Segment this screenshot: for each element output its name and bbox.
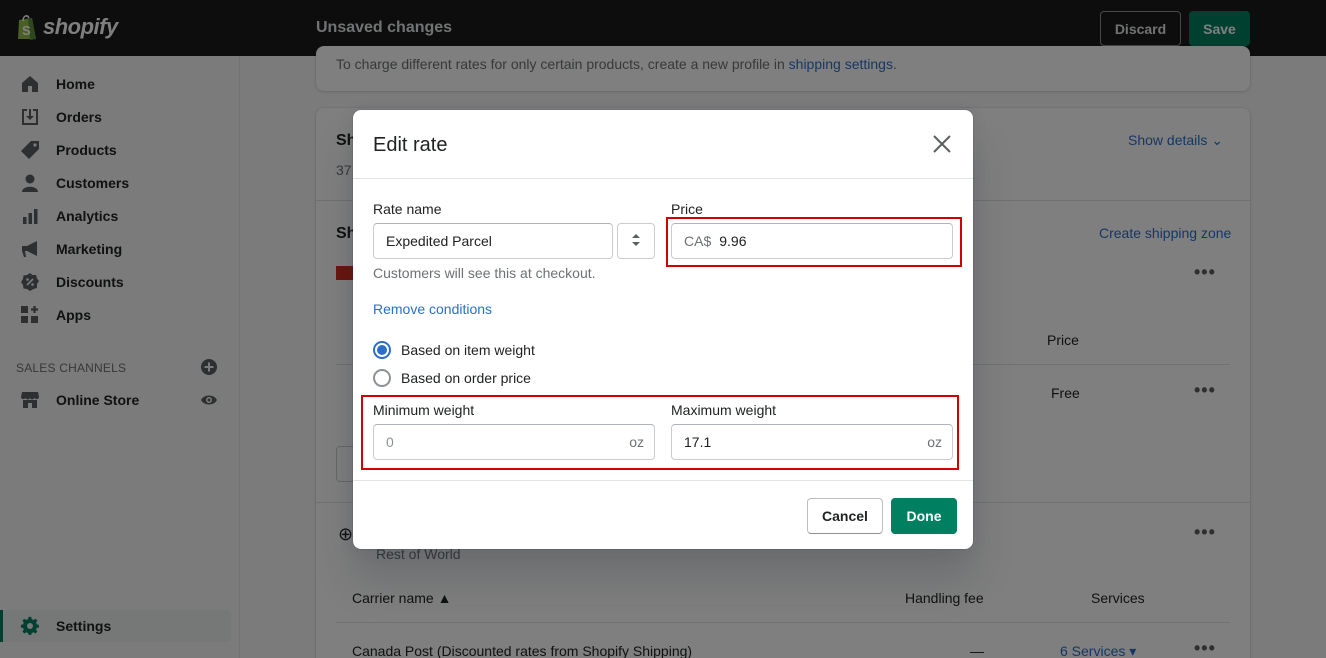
remove-conditions-link[interactable]: Remove conditions [373, 301, 492, 317]
modal-header: Edit rate [353, 110, 973, 179]
rate-name-input[interactable]: Expedited Parcel [373, 223, 613, 259]
select-arrows-icon [630, 232, 642, 251]
rate-name-help-text: Customers will see this at checkout. [373, 265, 596, 281]
price-highlight-box [666, 217, 962, 267]
modal-footer: Cancel Done [353, 480, 973, 549]
edit-rate-modal: Edit rate Rate name Expedited Parcel Cus… [353, 110, 973, 549]
order-price-radio[interactable] [373, 369, 391, 387]
rate-name-value: Expedited Parcel [386, 233, 492, 249]
price-label: Price [671, 201, 703, 217]
cancel-button[interactable]: Cancel [807, 498, 883, 534]
item-weight-radio[interactable] [373, 341, 391, 359]
close-icon[interactable] [930, 132, 954, 156]
rate-name-selector[interactable] [617, 223, 655, 259]
rate-name-label: Rate name [373, 201, 442, 217]
item-weight-radio-label[interactable]: Based on item weight [401, 342, 535, 358]
order-price-radio-label[interactable]: Based on order price [401, 370, 531, 386]
done-button[interactable]: Done [891, 498, 957, 534]
modal-title: Edit rate [373, 134, 448, 156]
weight-highlight-box [361, 395, 959, 470]
